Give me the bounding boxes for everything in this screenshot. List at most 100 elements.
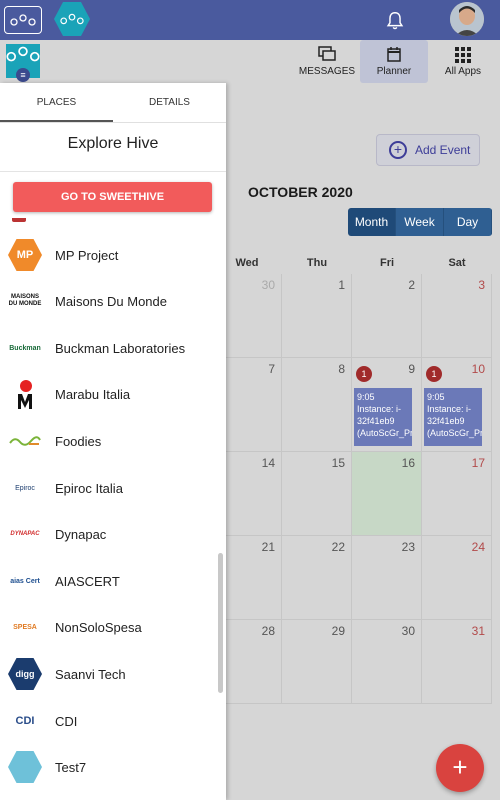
calendar-day-cell[interactable]: 1: [282, 274, 352, 358]
app-nav-bar: ≡ MESSAGES Planner All Apps: [0, 40, 500, 83]
calendar-event[interactable]: 9:05 Instance: i-32f41eb9 (AutoScGr_Pr: [354, 388, 412, 446]
day-number: 7: [268, 362, 275, 376]
mp-project-logo: MP: [8, 239, 42, 271]
explore-panel: PLACES DETAILS Explore Hive GO TO SWEETH…: [0, 83, 226, 800]
view-toggle: Month Week Day: [348, 208, 492, 236]
tab-details[interactable]: DETAILS: [113, 83, 226, 122]
day-number: 8: [338, 362, 345, 376]
maisons-logo: MAISONS DU MONDE: [8, 294, 42, 307]
day-number: 30: [401, 624, 415, 638]
test7-logo: [8, 751, 42, 783]
list-scrollbar[interactable]: [218, 553, 223, 693]
nav-messages[interactable]: MESSAGES: [298, 40, 356, 83]
bell-icon[interactable]: [384, 10, 406, 32]
marabu-logo: [8, 378, 42, 410]
calendar-day-cell[interactable]: 29: [282, 620, 352, 704]
calendar-day-cell[interactable]: 3: [422, 274, 492, 358]
hive-network-icon: [60, 13, 84, 25]
calendar-day-cell[interactable]: 23: [352, 536, 422, 620]
hive-logo-button[interactable]: [4, 6, 42, 34]
sweethive-hex-button[interactable]: [54, 2, 90, 36]
day-number: 14: [261, 456, 275, 470]
calendar-day-cell-today[interactable]: 16: [352, 452, 422, 536]
view-week-button[interactable]: Week: [396, 208, 444, 236]
epiroc-logo: Epiroc: [15, 484, 35, 492]
day-number: 23: [401, 540, 415, 554]
place-name: NonSoloSpesa: [55, 620, 142, 635]
nonsolospesa-logo: SPESA: [13, 623, 37, 631]
day-number: 17: [471, 456, 485, 470]
day-number: 24: [471, 540, 485, 554]
place-name: Epiroc Italia: [55, 481, 123, 496]
calendar-day-cell[interactable]: 17: [422, 452, 492, 536]
add-fab-button[interactable]: +: [436, 744, 484, 792]
list-item-test7[interactable]: Test7: [0, 744, 218, 790]
panel-tabs: PLACES DETAILS: [0, 83, 226, 123]
list-item-aiascert[interactable]: aias Cert AIASCERT: [0, 558, 218, 604]
calendar-day-cell[interactable]: 8: [282, 358, 352, 452]
place-name: Saanvi Tech: [55, 667, 126, 682]
divider: [0, 171, 226, 172]
hive-network-icon: [6, 46, 40, 62]
list-item-saanvi[interactable]: digg Saanvi Tech: [0, 651, 218, 697]
place-name: Buckman Laboratories: [55, 341, 186, 356]
calendar-day-cell[interactable]: 22: [282, 536, 352, 620]
calendar-day-cell[interactable]: 31: [422, 620, 492, 704]
day-header-fri: Fri: [379, 257, 395, 269]
calendar-day-cell[interactable]: 2: [352, 274, 422, 358]
list-item-buckman[interactable]: Buckman Buckman Laboratories: [0, 325, 218, 371]
tab-places[interactable]: PLACES: [0, 83, 113, 122]
calendar-day-cell[interactable]: 24: [422, 536, 492, 620]
nav-all-apps-label: All Apps: [444, 66, 482, 77]
day-number: 29: [331, 624, 345, 638]
calendar-day-cell[interactable]: 30: [352, 620, 422, 704]
view-day-button[interactable]: Day: [444, 208, 492, 236]
day-number: 31: [471, 624, 485, 638]
day-number: 9: [408, 362, 415, 376]
buckman-logo: Buckman: [9, 344, 41, 352]
day-number: 2: [408, 278, 415, 292]
user-avatar[interactable]: [450, 2, 484, 36]
menu-icon[interactable]: ≡: [16, 68, 30, 82]
add-event-button[interactable]: + Add Event: [376, 134, 480, 166]
place-name: CDI: [55, 714, 78, 729]
place-name: Dynapac: [55, 527, 107, 542]
foodies-logo: [8, 425, 42, 457]
place-name: MP Project: [55, 248, 119, 263]
day-number: 10: [471, 362, 485, 376]
event-count-badge: 1: [356, 366, 372, 382]
calendar-day-cell[interactable]: 15: [282, 452, 352, 536]
list-item-mp-project[interactable]: MP MP Project: [0, 232, 218, 278]
place-name: Maisons Du Monde: [55, 294, 167, 309]
avatar-portrait: [450, 2, 484, 36]
calendar-day-cell[interactable]: 1 10 9:05 Instance: i-32f41eb9 (AutoScGr…: [422, 358, 492, 452]
view-month-button[interactable]: Month: [348, 208, 396, 236]
grid-icon: [455, 47, 471, 63]
top-bar: [0, 0, 500, 40]
list-item-epiroc[interactable]: Epiroc Epiroc Italia: [0, 465, 218, 511]
add-event-label: Add Event: [415, 143, 471, 157]
month-title: OCTOBER 2020: [248, 184, 353, 200]
messages-icon: [318, 46, 336, 61]
go-to-sweethive-button[interactable]: GO TO SWEETHIVE: [13, 182, 212, 212]
calendar-day-cell[interactable]: 1 9 9:05 Instance: i-32f41eb9 (AutoScGr_…: [352, 358, 422, 452]
list-item-nonsolospesa[interactable]: SPESA NonSoloSpesa: [0, 604, 218, 650]
list-item-marabu[interactable]: Marabu Italia: [0, 371, 218, 417]
list-item-cdi[interactable]: CDI CDI: [0, 698, 218, 744]
nav-all-apps[interactable]: All Apps: [438, 40, 488, 83]
panel-title: Explore Hive: [67, 135, 159, 152]
list-item-maisons[interactable]: MAISONS DU MONDE Maisons Du Monde: [0, 278, 218, 324]
nav-planner[interactable]: Planner: [360, 40, 428, 83]
calendar-event[interactable]: 9:05 Instance: i-32f41eb9 (AutoScGr_Pr: [424, 388, 482, 446]
day-number: 21: [261, 540, 275, 554]
cdi-logo: CDI: [15, 715, 35, 727]
day-number: 30: [261, 278, 275, 292]
day-number: 28: [261, 624, 275, 638]
list-item-foodies[interactable]: Foodies: [0, 418, 218, 464]
place-name: Test7: [55, 760, 87, 775]
partial-logo: [12, 218, 26, 222]
day-number: 16: [401, 456, 415, 470]
dynapac-logo: DYNAPAC: [10, 531, 40, 537]
list-item-dynapac[interactable]: DYNAPAC Dynapac: [0, 511, 218, 557]
place-name: AIASCERT: [55, 574, 120, 589]
